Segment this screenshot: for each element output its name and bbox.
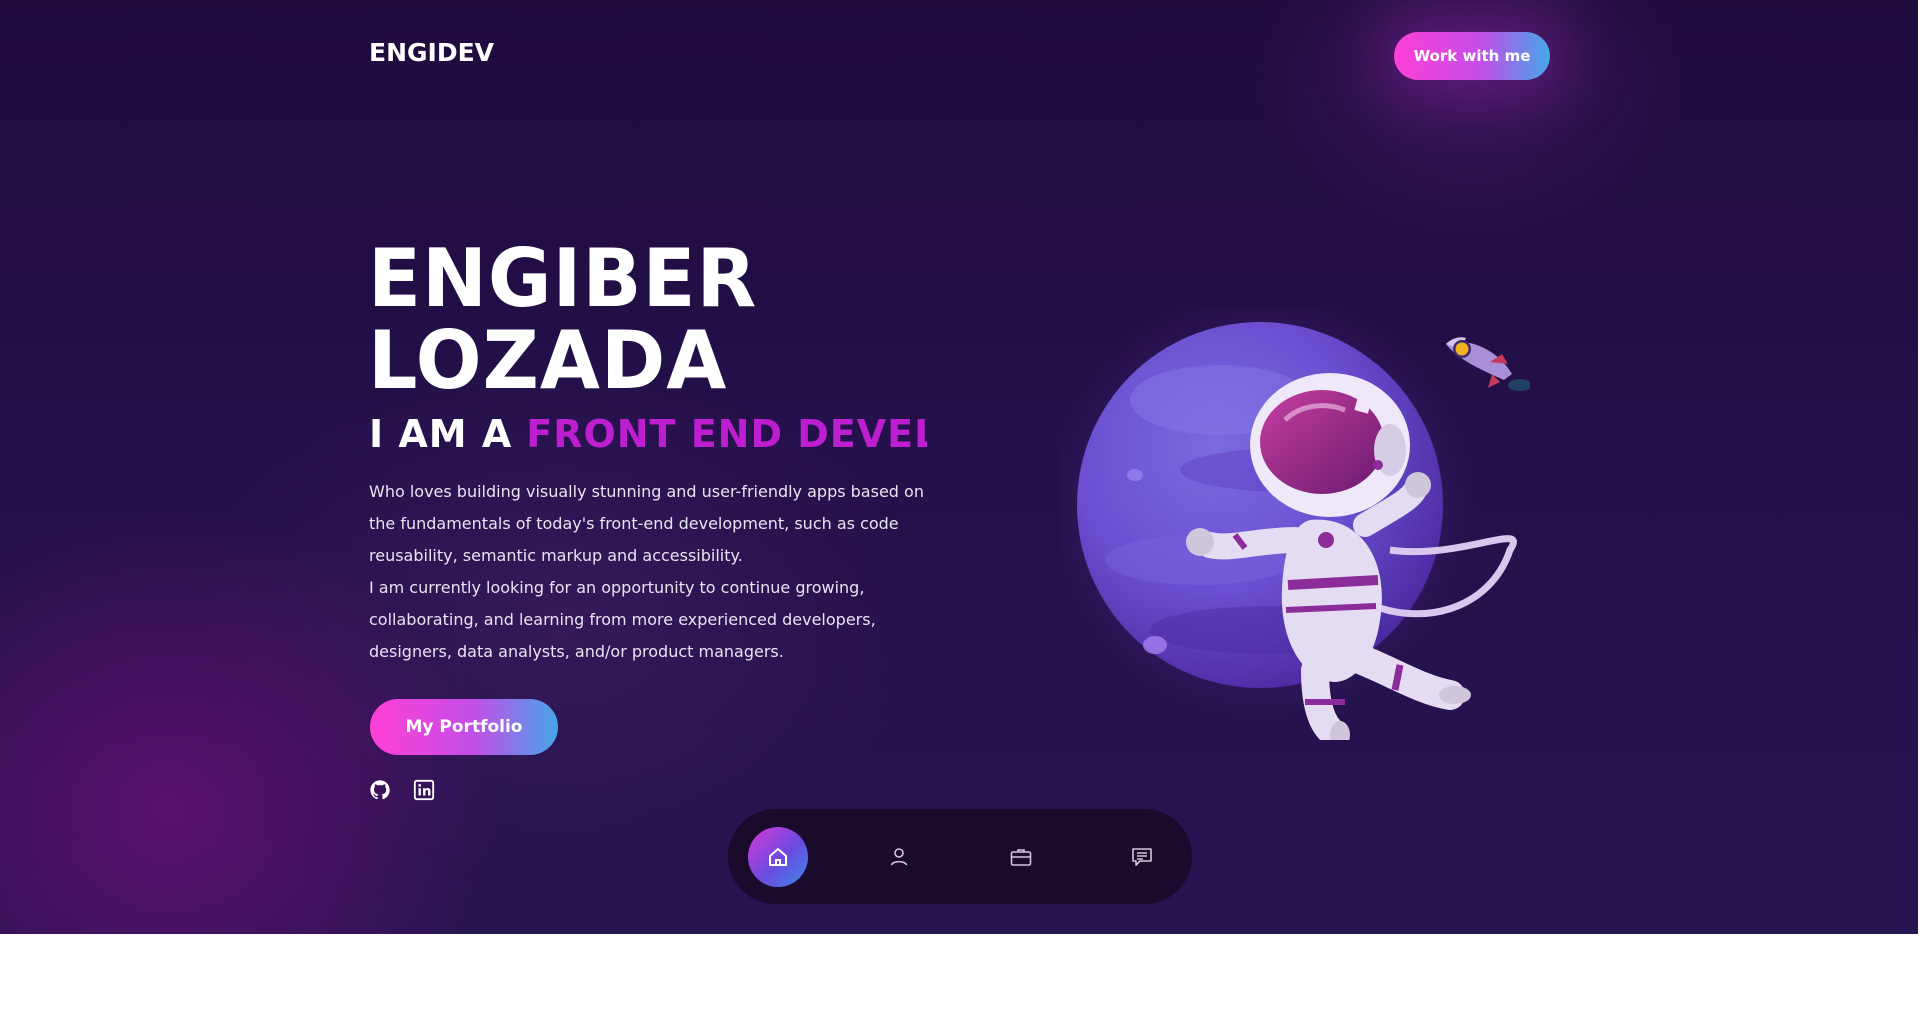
user-icon	[890, 848, 908, 866]
role-title: FRONT END DEVELOPER	[526, 412, 927, 456]
work-with-me-button[interactable]: Work with me	[1394, 32, 1550, 80]
bottom-nav-dock	[728, 809, 1192, 904]
hero-name-line2: LOZADA	[368, 314, 728, 407]
bio-text: Who loves building visually stunning and…	[369, 476, 929, 668]
hero-name-line1: ENGIBER	[368, 232, 758, 325]
briefcase-icon	[1010, 849, 1032, 866]
my-portfolio-button[interactable]: My Portfolio	[370, 699, 558, 755]
rocket-illustration	[1438, 330, 1530, 400]
role-headline: I AM A FRONT END DEVELOPER	[369, 409, 927, 461]
site-logo[interactable]: ENGIDEV	[369, 38, 494, 67]
hero-section: ENGIDEV Work with me ENGIBER LOZADA I AM…	[0, 0, 1920, 934]
nav-portfolio[interactable]	[991, 827, 1051, 887]
bio-paragraph-1: Who loves building visually stunning and…	[369, 482, 924, 565]
bio-paragraph-2: I am currently looking for an opportunit…	[369, 578, 876, 661]
hero-name: ENGIBER LOZADA	[368, 238, 757, 402]
role-prefix: I AM A	[369, 412, 513, 456]
github-glyph	[370, 780, 390, 800]
nav-home[interactable]	[748, 827, 808, 887]
message-icon	[1132, 848, 1152, 866]
nav-about[interactable]	[869, 827, 929, 887]
rocket-image	[1446, 337, 1530, 391]
linkedin-icon[interactable]	[413, 779, 435, 801]
linkedin-glyph	[413, 779, 435, 801]
github-icon[interactable]	[369, 779, 391, 801]
home-icon	[769, 848, 787, 866]
nav-contact[interactable]	[1112, 827, 1172, 887]
